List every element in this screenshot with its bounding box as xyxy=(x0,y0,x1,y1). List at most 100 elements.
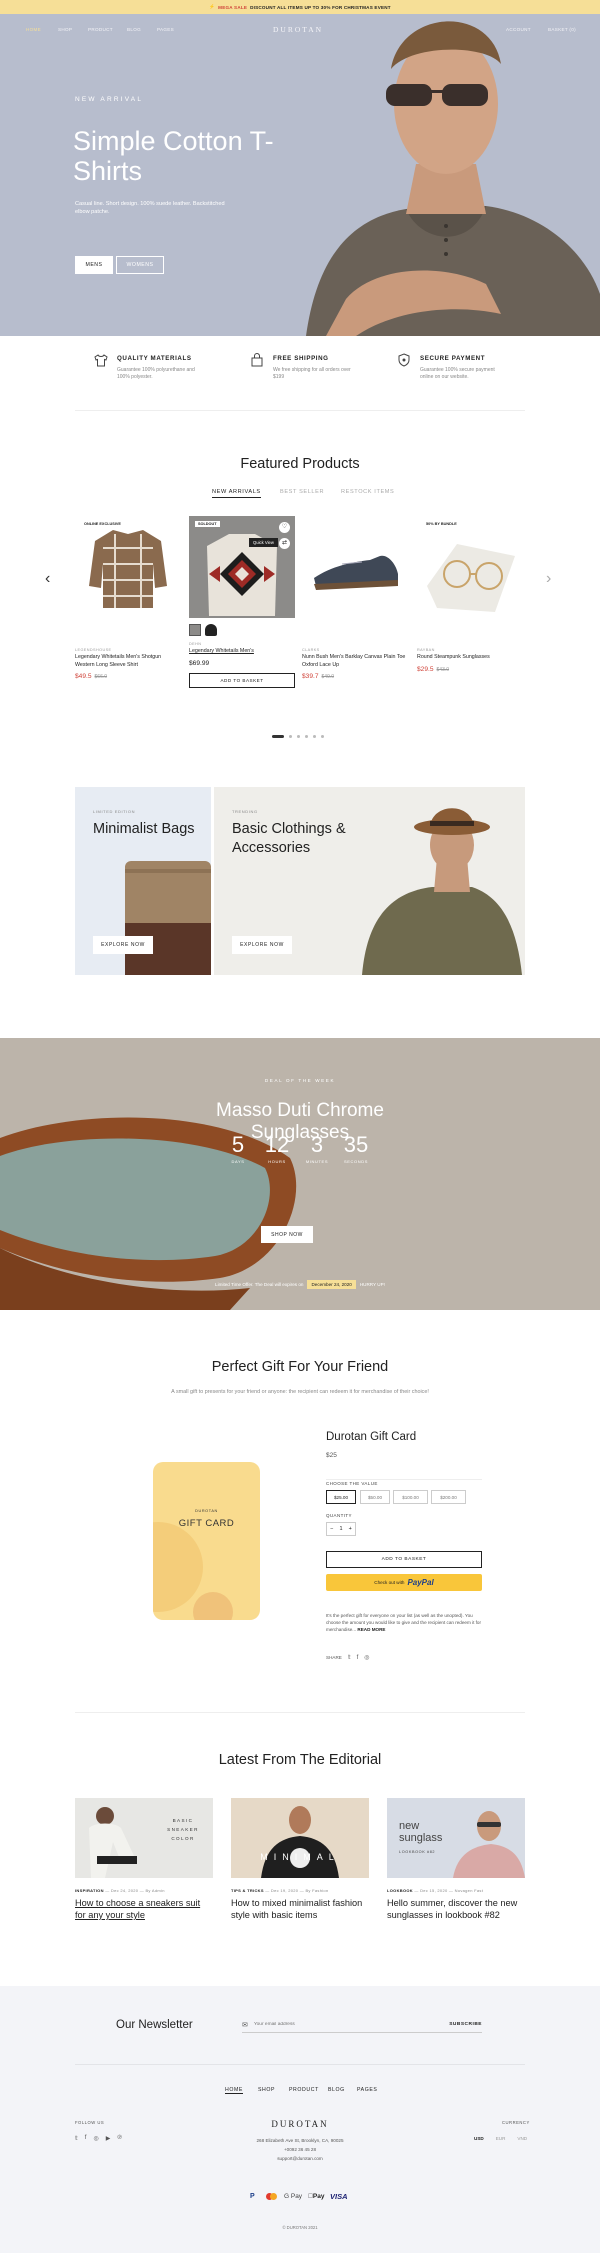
tab-new-arrivals[interactable]: NEW ARRIVALS xyxy=(212,489,261,498)
swatch[interactable] xyxy=(205,624,217,636)
chevron-right-icon[interactable]: › xyxy=(546,570,551,588)
deal-offer: Limited Time Offer. The Deal will expire… xyxy=(215,1280,385,1289)
read-more-link[interactable]: READ MORE xyxy=(357,1627,385,1632)
product-image[interactable]: ONLINE EXCLUSIVE xyxy=(75,516,181,618)
dot[interactable] xyxy=(297,735,300,738)
currency-usd[interactable]: USD xyxy=(474,2136,484,2141)
mens-button[interactable]: MENS xyxy=(75,256,113,274)
nav-account[interactable]: ACCOUNT xyxy=(506,27,531,32)
dot[interactable] xyxy=(305,735,308,738)
post-title[interactable]: How to mixed minimalist fashion style wi… xyxy=(231,1897,369,1921)
compare-icon[interactable]: ⇄ xyxy=(279,538,290,549)
footer-nav-pages[interactable]: PAGES xyxy=(357,2087,378,2093)
product-price: $69.99 xyxy=(189,659,210,667)
product-name[interactable]: Round Steampunk Sunglasses xyxy=(417,654,523,662)
feature-title: SECURE PAYMENT xyxy=(420,355,486,362)
value-option[interactable]: $50.00 xyxy=(360,1490,390,1504)
footer-nav-home[interactable]: HOME xyxy=(225,2087,243,2094)
dot[interactable] xyxy=(289,735,292,738)
dot[interactable] xyxy=(313,735,316,738)
quantity-value[interactable]: 1 xyxy=(339,1526,342,1532)
banner-clothing[interactable]: TRENDING Basic Clothings & Accessories E… xyxy=(214,787,525,975)
nav-pages[interactable]: PAGES xyxy=(157,27,174,32)
add-to-basket-button[interactable]: ADD TO BASKET xyxy=(189,672,295,688)
product-card[interactable]: 50% BY BUNDLE RAYBAN Round Steampunk Sun… xyxy=(417,516,523,673)
post-title[interactable]: Hello summer, discover the new sunglasse… xyxy=(387,1897,525,1921)
footer-nav-product[interactable]: PRODUCT xyxy=(289,2087,319,2093)
currency-vnd[interactable]: VND xyxy=(517,2136,527,2141)
quick-view-button[interactable]: Quick View xyxy=(249,538,278,547)
product-card[interactable]: SOLDOUT Quick View ♡ ⇄ DEHN Legendary Wh… xyxy=(189,516,295,688)
blog-post[interactable]: new sunglass LOOKBOOK #82 LOOKBOOK — Dec… xyxy=(387,1798,525,1921)
banner-label: TRENDING xyxy=(232,809,258,814)
heart-icon[interactable]: ♡ xyxy=(279,522,290,533)
newsletter-form: ✉ SUBSCRIBE xyxy=(242,2017,482,2033)
promo-bar: ⚡ MEGA SALE DISCOUNT ALL ITEMS UP TO 30%… xyxy=(0,0,600,14)
gift-add-to-basket-button[interactable]: ADD TO BASKET xyxy=(326,1551,482,1568)
hero-label: NEW ARRIVAL xyxy=(75,96,144,103)
dot[interactable] xyxy=(321,735,324,738)
value-option[interactable]: $200.00 xyxy=(431,1490,466,1504)
model-image xyxy=(362,808,522,975)
product-card[interactable]: ONLINE EXCLUSIVE LEGENDSHOUSE Legendary … xyxy=(75,516,181,680)
nav-shop[interactable]: SHOP xyxy=(58,27,72,32)
nav-basket[interactable]: BASKET (0) xyxy=(548,27,576,32)
instagram-icon[interactable]: ◎ xyxy=(364,1654,369,1661)
tab-restock[interactable]: RESTOCK ITEMS xyxy=(341,489,394,495)
newsletter-title: Our Newsletter xyxy=(116,2019,193,2031)
visa-icon: VISA xyxy=(330,2191,348,2201)
post-image[interactable]: new sunglass LOOKBOOK #82 xyxy=(387,1798,525,1878)
explore-button[interactable]: EXPLORE NOW xyxy=(232,936,292,954)
currency-eur[interactable]: EUR xyxy=(496,2136,506,2141)
footer-phone: +0092 36 45 28 xyxy=(283,2147,317,2152)
footer-nav-shop[interactable]: SHOP xyxy=(258,2087,275,2093)
product-card[interactable]: CLARKS Nunn Bush Men's Barklay Canvas Pl… xyxy=(302,516,408,680)
twitter-icon[interactable]: 𝕥 xyxy=(348,1654,351,1661)
product-image[interactable] xyxy=(302,516,408,618)
nav-home[interactable]: HOME xyxy=(26,27,41,32)
quantity-stepper[interactable]: −1 + xyxy=(326,1522,356,1536)
product-name[interactable]: Legendary Whitetails Men's Shotgun Weste… xyxy=(75,654,181,669)
minus-button[interactable]: − xyxy=(330,1526,333,1532)
product-name[interactable]: Nunn Bush Men's Barklay Canvas Plain Toe… xyxy=(302,654,408,669)
feature-title: FREE SHIPPING xyxy=(273,355,329,362)
footer-email[interactable]: support@durotan.com xyxy=(0,2156,600,2161)
facebook-icon[interactable]: f xyxy=(357,1655,359,1661)
post-image[interactable]: MINIMAL xyxy=(231,1798,369,1878)
email-input[interactable] xyxy=(253,2022,444,2027)
blog-post[interactable]: MINIMAL TIPS & TRICKS — Dec 19, 2020 — B… xyxy=(231,1798,369,1921)
hero-model-image xyxy=(286,14,600,336)
plus-button[interactable]: + xyxy=(349,1526,352,1532)
subscribe-button[interactable]: SUBSCRIBE xyxy=(449,2022,482,2027)
dot[interactable] xyxy=(272,735,284,738)
post-image[interactable]: BASIC SNEAKER COLOR xyxy=(75,1798,213,1878)
deal-section: DEAL OF THE WEEK Masso Duti Chrome Sungl… xyxy=(0,1038,600,1310)
footer-nav-blog[interactable]: BLOG xyxy=(328,2087,345,2093)
product-image[interactable]: SOLDOUT Quick View ♡ ⇄ xyxy=(189,516,295,618)
feature-quality: QUALITY MATERIALS Guarantee 100% polyure… xyxy=(94,354,199,381)
product-brand: DEHN xyxy=(189,642,202,646)
swatch[interactable] xyxy=(189,624,201,636)
feature-desc: Guarantee 100% polyurethane and 100% pol… xyxy=(117,367,195,380)
chevron-left-icon[interactable]: ‹ xyxy=(45,570,50,588)
value-option[interactable]: $100.00 xyxy=(393,1490,428,1504)
main-nav: HOME SHOP PRODUCT BLOG PAGES DUROTAN ACC… xyxy=(0,14,600,44)
explore-button[interactable]: EXPLORE NOW xyxy=(93,936,153,954)
countdown-seconds: 35 SECONDS xyxy=(343,1132,369,1165)
product-image[interactable]: 50% BY BUNDLE xyxy=(417,516,523,618)
product-name[interactable]: Legendary Whitetails Men's xyxy=(189,648,295,656)
divider xyxy=(75,410,525,411)
blog-post[interactable]: BASIC SNEAKER COLOR INSPIRATION — Dec 24… xyxy=(75,1798,213,1921)
shop-now-button[interactable]: SHOP NOW xyxy=(261,1226,313,1243)
paypal-button[interactable]: Check out with PayPal xyxy=(326,1574,482,1591)
tab-best-seller[interactable]: BEST SELLER xyxy=(280,489,324,495)
nav-product[interactable]: PRODUCT xyxy=(88,27,113,32)
value-option[interactable]: $25.00 xyxy=(326,1490,356,1504)
banner-bags[interactable]: LIMITED EDITION Minimalist Bags EXPLORE … xyxy=(75,787,211,975)
bag-image xyxy=(125,861,211,975)
post-title[interactable]: How to choose a sneakers suit for any yo… xyxy=(75,1897,213,1921)
post-meta: INSPIRATION — Dec 24, 2020 — By Admin xyxy=(75,1888,165,1893)
womens-button[interactable]: WOMENS xyxy=(116,256,164,274)
nav-blog[interactable]: BLOG xyxy=(127,27,141,32)
site-logo[interactable]: DUROTAN xyxy=(273,25,323,34)
